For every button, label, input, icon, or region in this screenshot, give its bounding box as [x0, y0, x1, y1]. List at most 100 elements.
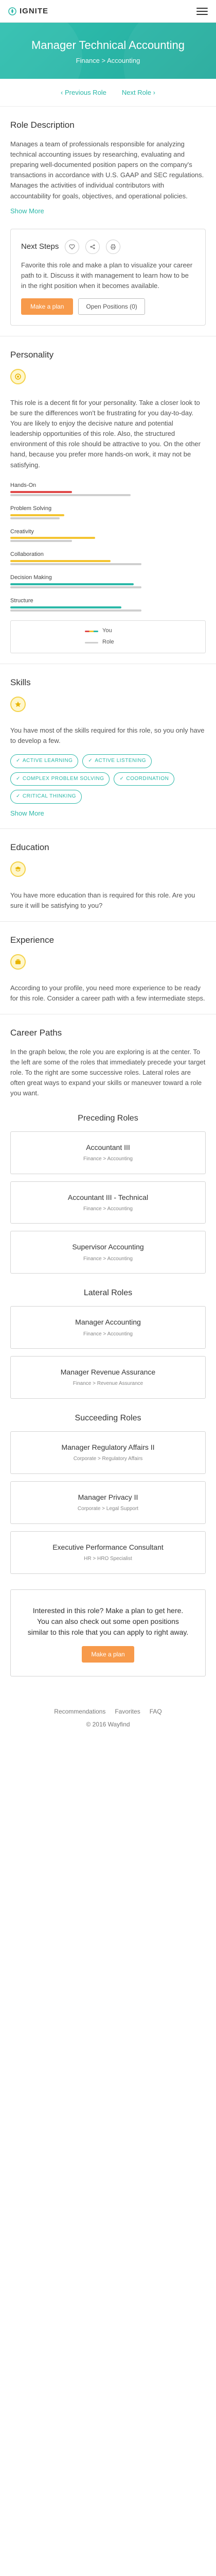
personality-text: This role is a decent fit for your perso…: [10, 398, 201, 469]
skill-tags: ✓ ACTIVE LEARNING ✓ ACTIVE LISTENING ✓ COMPLE…: [10, 754, 206, 804]
previous-role-link[interactable]: ‹ Previous Role: [61, 88, 106, 98]
print-button[interactable]: [106, 239, 121, 254]
flame-icon: [8, 7, 16, 15]
trait-name: Structure: [10, 598, 33, 604]
legend-you-swatch: [85, 630, 98, 632]
hero-banner: Manager Technical Accounting Finance > A…: [0, 23, 216, 79]
skills-section: Skills You have most of the skills requi…: [0, 664, 216, 829]
skill-tag[interactable]: ✓ COMPLEX PROBLEM SOLVING: [10, 772, 110, 786]
education-section: Education You have more education than i…: [0, 829, 216, 922]
share-button[interactable]: [85, 239, 100, 254]
lateral-roles-heading: Lateral Roles: [83, 1289, 133, 1298]
share-icon: [90, 244, 95, 249]
cta-text: Interested in this role? Make a plan to …: [27, 1606, 189, 1636]
trait-you-bar: [10, 583, 134, 586]
show-more-skills-link[interactable]: Show More: [10, 809, 44, 819]
role-card-title: Executive Performance Consultant: [52, 1543, 164, 1551]
trait-you-bar: [10, 490, 72, 493]
trait-name: Decision Making: [10, 574, 52, 581]
brand-logo[interactable]: IGNITE: [8, 6, 48, 17]
role-card-title: Manager Regulatory Affairs II: [61, 1443, 155, 1452]
skill-tag-label: CRITICAL THINKING: [22, 793, 76, 800]
trait-legend: You Role: [10, 620, 206, 654]
legend-role-label: Role: [102, 639, 114, 646]
brand-name: IGNITE: [20, 6, 49, 15]
role-navigation: ‹ Previous Role Next Role ›: [0, 79, 216, 107]
check-icon: ✓: [16, 758, 21, 764]
experience-section: Experience According to your profile, yo…: [0, 922, 216, 1015]
footer-links: Recommendations Favorites FAQ: [0, 1707, 216, 1716]
role-card-title: Accountant III - Technical: [67, 1193, 149, 1201]
role-card-subtitle: Finance > Accounting: [83, 1156, 133, 1162]
trait-row: Problem Solving: [10, 505, 206, 519]
role-card-title: Manager Accounting: [75, 1318, 141, 1327]
preceding-roles-list: Accountant III Finance > Accounting Accoun…: [10, 1131, 206, 1274]
copyright: © 2016 Wayfind: [86, 1720, 130, 1728]
role-card-subtitle: Finance > Revenue Assurance: [73, 1381, 143, 1387]
personality-icon: [10, 368, 26, 384]
cta-make-plan-button[interactable]: Make a plan: [82, 1646, 134, 1663]
trait-name: Creativity: [10, 528, 34, 535]
skills-icon: [10, 696, 26, 712]
trait-role-bar: [10, 563, 141, 566]
trait-bars: [10, 583, 206, 589]
personality-trait-chart: Hands-On Problem Solving Creativity Collabo…: [10, 482, 206, 612]
career-paths-text: In the graph below, the role you are exp…: [10, 1047, 206, 1097]
trait-you-bar: [10, 537, 95, 539]
trait-bars: [10, 537, 206, 543]
trait-row: Creativity: [10, 528, 206, 543]
make-plan-cta: Interested in this role? Make a plan to …: [10, 1589, 206, 1676]
trait-role-bar: [10, 517, 60, 519]
role-card[interactable]: Manager Privacy II Corporate > Legal Supp…: [10, 1481, 206, 1524]
menu-icon[interactable]: [196, 7, 208, 15]
trait-you-bar: [10, 606, 121, 609]
top-bar: IGNITE: [0, 0, 216, 23]
favorite-button[interactable]: [65, 239, 80, 254]
skill-tag[interactable]: ✓ ACTIVE LEARNING: [10, 754, 79, 768]
next-steps-title: Next Steps: [21, 242, 59, 251]
role-card[interactable]: Manager Revenue Assurance Finance > Reven…: [10, 1356, 206, 1399]
footer-link[interactable]: Favorites: [115, 1707, 140, 1716]
show-more-description-link[interactable]: Show More: [10, 207, 44, 216]
trait-name: Hands-On: [10, 482, 37, 488]
check-icon: ✓: [16, 775, 21, 782]
legend-you-label: You: [102, 628, 112, 634]
skill-tag[interactable]: ✓ ACTIVE LISTENING: [82, 754, 152, 768]
skill-tag[interactable]: ✓ COORDINATION: [114, 772, 175, 786]
skill-tag[interactable]: ✓ CRITICAL THINKING: [10, 790, 82, 804]
make-plan-button[interactable]: Make a plan: [21, 298, 74, 315]
legend-role-swatch: [85, 641, 98, 643]
role-card[interactable]: Manager Regulatory Affairs II Corporate >…: [10, 1431, 206, 1474]
role-card[interactable]: Accountant III Finance > Accounting: [10, 1131, 206, 1174]
skills-heading: Skills: [10, 677, 31, 688]
skill-tag-label: COMPLEX PROBLEM SOLVING: [22, 775, 104, 782]
trait-role-bar: [10, 609, 141, 612]
role-card-title: Accountant III: [86, 1143, 130, 1151]
trait-row: Collaboration: [10, 551, 206, 566]
next-role-link[interactable]: Next Role ›: [122, 88, 155, 98]
trait-name: Problem Solving: [10, 505, 52, 512]
education-icon: [10, 861, 26, 877]
footer-link[interactable]: Recommendations: [54, 1707, 105, 1716]
trait-row: Structure: [10, 597, 206, 612]
page-title: Manager Technical Accounting: [31, 39, 185, 52]
role-description-text: Manages a team of professionals responsi…: [10, 140, 204, 200]
role-card-subtitle: Corporate > Regulatory Affairs: [73, 1456, 143, 1462]
role-card-subtitle: HR > HRO Specialist: [84, 1556, 132, 1562]
trait-bars: [10, 560, 206, 566]
role-card[interactable]: Accountant III - Technical Finance > Acco…: [10, 1181, 206, 1224]
skill-tag-label: ACTIVE LEARNING: [22, 758, 73, 764]
role-card[interactable]: Supervisor Accounting Finance > Accountin…: [10, 1231, 206, 1274]
trait-role-bar: [10, 540, 72, 543]
trait-bars: [10, 606, 206, 612]
role-card[interactable]: Executive Performance Consultant HR > HRO…: [10, 1531, 206, 1574]
personality-heading: Personality: [10, 350, 54, 360]
skills-text: You have most of the skills required for…: [10, 726, 205, 744]
check-icon: ✓: [16, 793, 21, 800]
open-positions-button[interactable]: Open Positions (0): [78, 298, 145, 315]
role-card[interactable]: Manager Accounting Finance > Accounting: [10, 1306, 206, 1349]
footer-link[interactable]: FAQ: [150, 1707, 162, 1716]
role-card-subtitle: Finance > Accounting: [83, 1256, 133, 1262]
role-card-subtitle: Finance > Accounting: [83, 1331, 133, 1337]
preceding-roles-heading: Preceding Roles: [78, 1113, 138, 1123]
